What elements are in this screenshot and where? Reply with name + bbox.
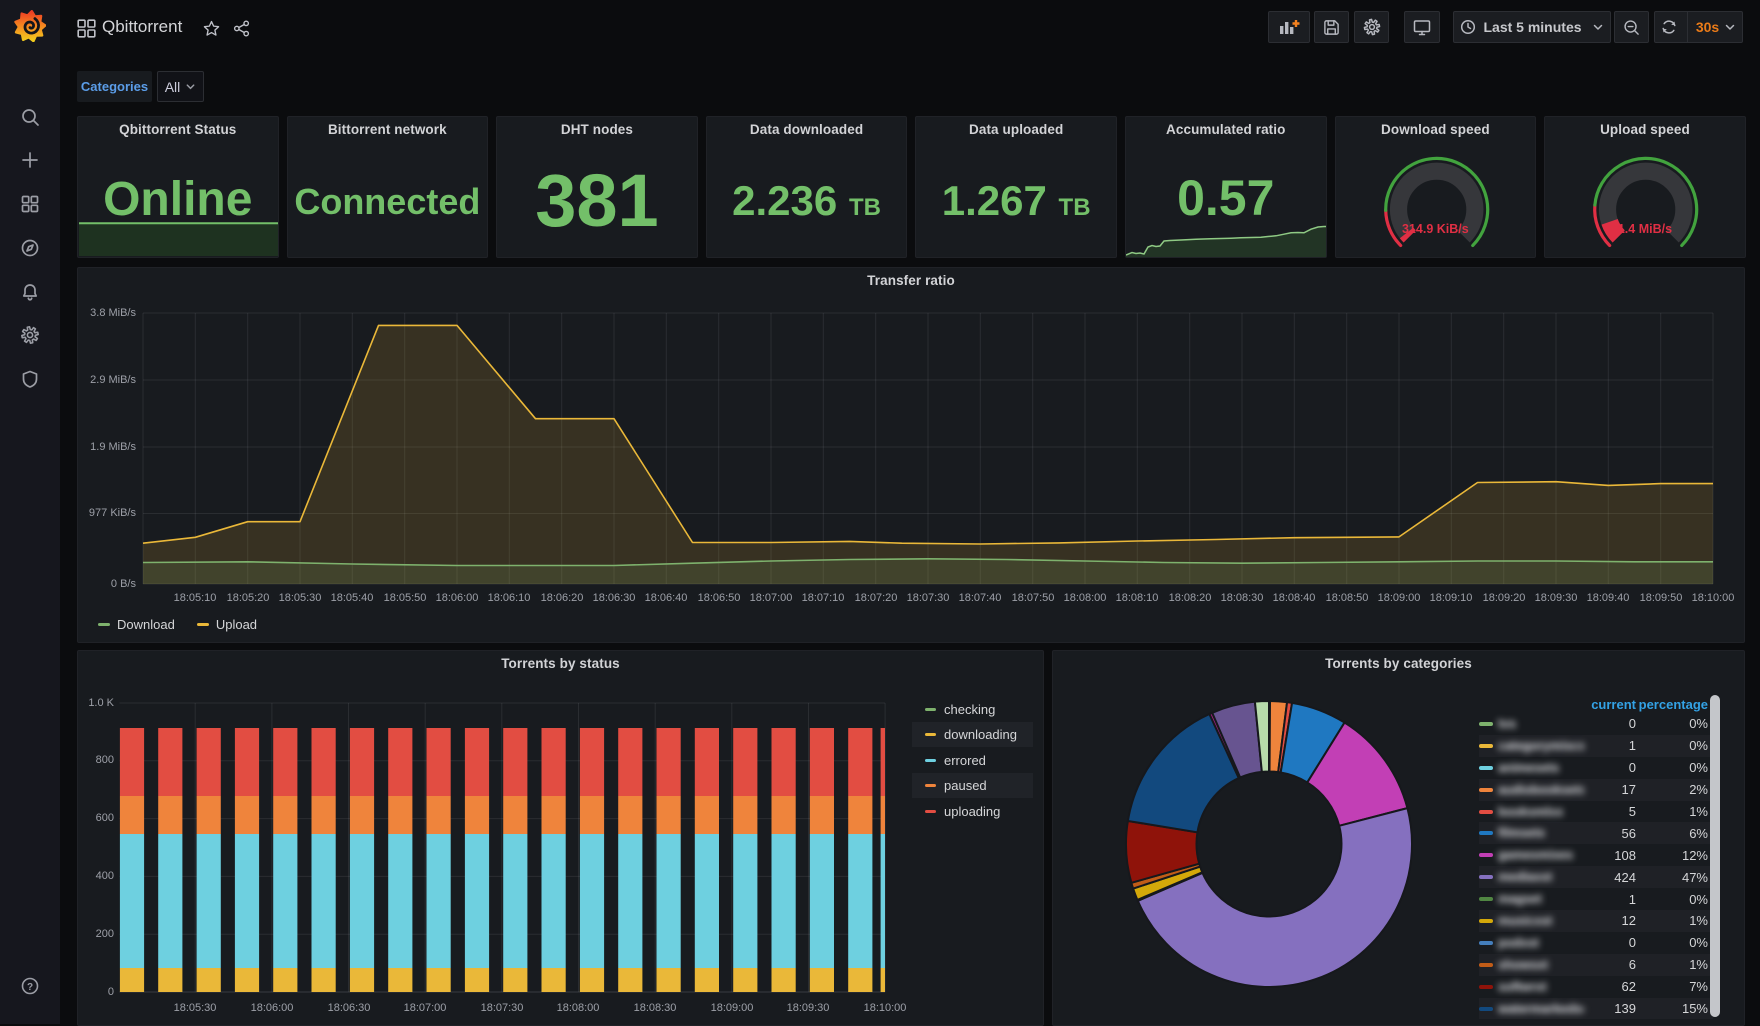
- svg-text:?: ?: [27, 982, 33, 993]
